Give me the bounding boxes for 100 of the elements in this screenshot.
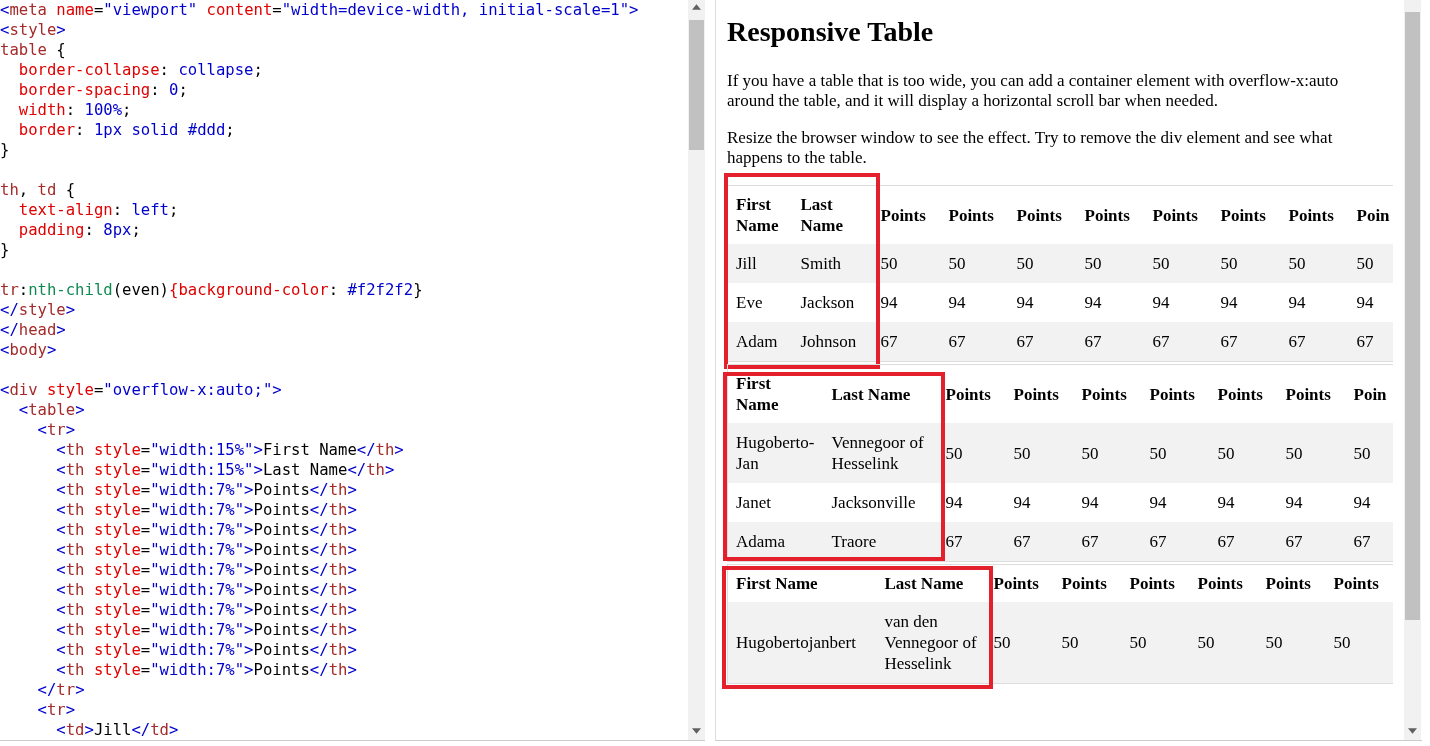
code-line: <th style="width:7%">Points</th>: [55, 620, 357, 640]
code-line: border: 1px solid #ddd;: [17, 120, 235, 140]
column-header: Points: [1277, 364, 1346, 423]
table-cell: 94: [1076, 283, 1145, 322]
column-header: Points: [1005, 364, 1074, 423]
table-cell: 94: [872, 283, 941, 322]
table-cell: Jackson: [792, 283, 873, 322]
code-line: border-collapse: collapse;: [17, 60, 263, 80]
paragraph: If you have a table that is too wide, you can add a container element with overflow-x:auto around the table, and it will display a horizontal scroll bar when needed.: [727, 71, 1340, 111]
column-header: First Name: [727, 364, 824, 423]
table-cell: 50: [1008, 244, 1077, 283]
table-cell: 50: [1073, 423, 1142, 483]
code-line: <th style="width:7%">Points</th>: [55, 580, 357, 600]
scroll-down-icon[interactable]: [692, 728, 701, 734]
table-cell: 94: [1141, 483, 1210, 522]
table-cell: 94: [1280, 283, 1349, 322]
column-header: Points: [985, 564, 1054, 602]
table-cell: 67: [872, 322, 941, 362]
code-line: padding: 8px;: [17, 220, 141, 240]
table-cell: 94: [1345, 483, 1393, 522]
code-line: </head>: [0, 320, 66, 340]
code-line: <th style="width:7%">Points</th>: [55, 520, 357, 540]
table-cell: 67: [1144, 322, 1213, 362]
table-cell: 94: [1144, 283, 1213, 322]
scroll-down-icon[interactable]: [1408, 728, 1417, 734]
code-line: border-spacing: 0;: [17, 80, 188, 100]
table-cell: 67: [1141, 522, 1210, 562]
table-cell: Adam: [727, 322, 793, 362]
column-header: Poin: [1345, 364, 1393, 423]
code-line: <table>: [17, 400, 85, 420]
column-header: Points: [1209, 364, 1278, 423]
table-cell: Hugobertojanbert: [727, 602, 877, 684]
table-cell: 50: [1280, 244, 1349, 283]
scrollbar-thumb[interactable]: [1405, 12, 1420, 620]
code-line: }: [0, 140, 10, 160]
code-line: <th style="width:7%">Points</th>: [55, 500, 357, 520]
column-header: Points: [1008, 185, 1077, 244]
code-line: <th style="width:15%">Last Name</th>: [55, 460, 395, 480]
table-cell: 50: [1348, 244, 1393, 283]
table-cell: 67: [1209, 522, 1278, 562]
code-line: <th style="width:7%">Points</th>: [55, 540, 357, 560]
table-cell: 50: [872, 244, 941, 283]
code-line: <th style="width:7%">Points</th>: [55, 480, 357, 500]
table-cell: 67: [937, 522, 1006, 562]
code-line: <body>: [0, 340, 57, 360]
table-cell: Eve: [727, 283, 793, 322]
column-header: Points: [937, 364, 1006, 423]
code-line: text-align: left;: [17, 200, 179, 220]
code-line: }: [0, 240, 10, 260]
column-header: Points: [1121, 564, 1190, 602]
code-line: <tr>: [36, 700, 76, 720]
column-header: Points: [1141, 364, 1210, 423]
code-line: <th style="width:7%">Points</th>: [55, 640, 357, 660]
table-cell: 94: [1073, 483, 1142, 522]
code-line: </tr>: [36, 680, 85, 700]
table-cell: 67: [1212, 322, 1281, 362]
column-header: Points: [1073, 364, 1142, 423]
column-header: Last Name: [792, 185, 873, 244]
table-cell: 94: [1209, 483, 1278, 522]
code-line: </style>: [0, 300, 76, 320]
table-cell: 94: [1008, 283, 1077, 322]
code-line: <th style="width:7%">Points</th>: [55, 660, 357, 680]
code-line: <th style="width:15%">First Name</th>: [55, 440, 404, 460]
code-line: <th style="width:7%">Points</th>: [55, 560, 357, 580]
scrollbar-thumb[interactable]: [689, 20, 704, 150]
column-header: Last Name: [876, 564, 986, 602]
table-cell: 50: [1189, 602, 1258, 684]
table-cell: 50: [1345, 423, 1393, 483]
code-line: <div style="overflow-x:auto;">: [0, 380, 282, 400]
table-cell: 67: [1005, 522, 1074, 562]
table-cell: 67: [940, 322, 1009, 362]
code-line: <meta name="viewport" content="width=device-width, initial-scale=1">: [0, 0, 639, 20]
column-header: Points: [940, 185, 1009, 244]
table-cell: 50: [1257, 602, 1326, 684]
column-header: Points: [1144, 185, 1213, 244]
table-cell: 94: [1005, 483, 1074, 522]
table-cell: Vennegoor of Hesselink: [823, 423, 938, 483]
table-cell: 67: [1280, 322, 1349, 362]
scroll-up-icon[interactable]: [692, 4, 701, 10]
table-cell: Janet: [727, 483, 824, 522]
column-header: First Name: [727, 185, 793, 244]
code-line: <style>: [0, 20, 66, 40]
table-cell: 50: [1277, 423, 1346, 483]
table-cell: 50: [985, 602, 1054, 684]
table-cell: Hugoberto-Jan: [727, 423, 824, 483]
code-line: width: 100%;: [17, 100, 132, 120]
table-cell: 50: [937, 423, 1006, 483]
table-cell: 94: [940, 283, 1009, 322]
table-cell: 67: [1277, 522, 1346, 562]
page-heading: Responsive Table: [727, 16, 935, 48]
column-header: Points: [1280, 185, 1349, 244]
table-cell: 67: [1076, 322, 1145, 362]
code-line: <td>Jill</td>: [55, 720, 179, 740]
column-header: Points: [1053, 564, 1122, 602]
table-cell: 67: [1073, 522, 1142, 562]
table-cell: 50: [1209, 423, 1278, 483]
table-cell: 94: [1212, 283, 1281, 322]
column-header: Points: [1212, 185, 1281, 244]
column-header: Points: [1325, 564, 1393, 602]
table-cell: 50: [1212, 244, 1281, 283]
